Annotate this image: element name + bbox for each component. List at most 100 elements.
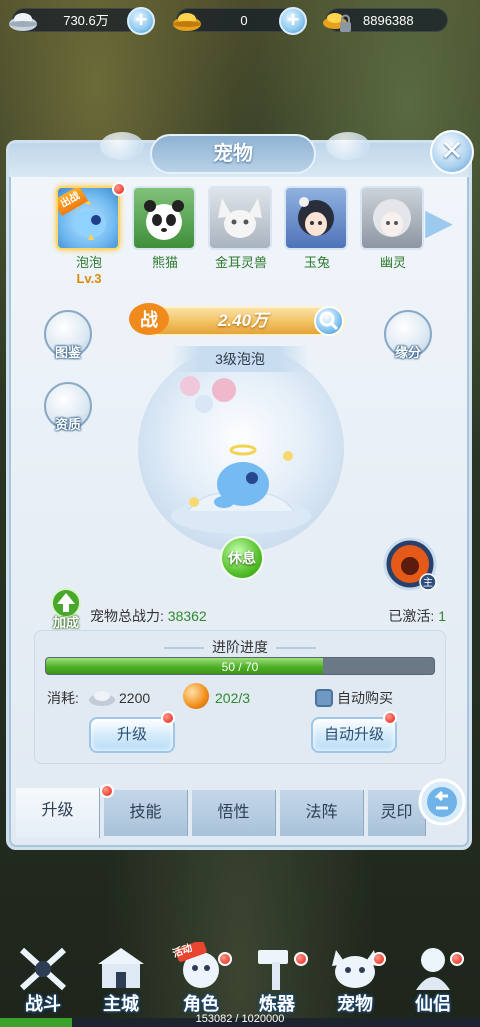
- ghost-girl-icon: [373, 199, 411, 237]
- fate-label: 缘分: [394, 345, 421, 360]
- tab-skills[interactable]: 技能: [104, 790, 188, 836]
- pet-display-orb: [138, 346, 344, 552]
- red-dot-icon: [112, 182, 126, 196]
- tab-insight[interactable]: 悟性: [192, 790, 276, 836]
- silver-amount: 730.6万: [63, 13, 109, 28]
- advance-section: 进阶进度 50 / 70 消耗: 2200 202/3 自动购买 升级 自动升级: [34, 630, 446, 764]
- bubble-decoration: [100, 132, 144, 160]
- experience-bar: 153082 / 1020000: [0, 1013, 480, 1027]
- red-dot-icon: [383, 711, 397, 725]
- total-power-value: 38362: [167, 608, 207, 624]
- fox-beast-icon: [218, 198, 262, 238]
- crossed-swords-icon: [19, 947, 67, 991]
- return-arrow-icon: [418, 778, 466, 826]
- gold-amount: 0: [240, 13, 248, 28]
- progress-text: 50 / 70: [221, 660, 259, 674]
- hammer-icon: [258, 950, 288, 990]
- silver-ingot-icon: [89, 691, 115, 706]
- fate-button[interactable]: 缘分: [382, 310, 434, 372]
- locked-gold-icon: [323, 13, 351, 32]
- locked-gold-amount: 8896388: [363, 13, 414, 28]
- red-dot-icon: [100, 784, 114, 798]
- nav-pet[interactable]: 宠物: [318, 940, 392, 1018]
- city-gate-icon: [98, 948, 144, 988]
- bubble-decoration: [326, 132, 370, 160]
- advance-title: 进阶进度: [35, 637, 445, 657]
- aptitude-button[interactable]: 资质: [42, 382, 94, 444]
- master-badge: 主: [423, 577, 433, 589]
- total-power-label: 宠物总战力:: [90, 608, 164, 624]
- silver-currency: 730.6万 +: [9, 7, 155, 35]
- add-gold-button[interactable]: +: [279, 7, 307, 35]
- pet-slot-golden-ear[interactable]: 金耳灵兽: [208, 186, 274, 271]
- pet-tabs: 升级 技能 悟性 法阵 灵印: [16, 784, 426, 838]
- pet-level: Lv.3: [76, 271, 102, 286]
- locked-gold-currency: 8896388: [323, 8, 448, 32]
- silver-ingot-icon: [9, 13, 37, 31]
- red-dot-icon: [450, 952, 464, 966]
- aptitude-label: 资质: [54, 417, 81, 432]
- pet-portrait: [208, 186, 272, 250]
- power-icon-text: 战: [140, 310, 158, 331]
- tab-formation[interactable]: 法阵: [280, 790, 364, 836]
- silver-cost: 2200: [119, 690, 151, 706]
- boost-label: 加成: [52, 615, 79, 630]
- nav-partner[interactable]: 仙侣: [396, 940, 470, 1018]
- pet-name: 幽灵: [379, 255, 406, 270]
- nav-city[interactable]: 主城: [84, 940, 158, 1018]
- currency-bar: 730.6万 + 0 + 8896388: [0, 4, 480, 36]
- panda-icon: [144, 200, 184, 240]
- back-button[interactable]: [416, 774, 468, 830]
- master-avatar-icon: 主: [383, 537, 437, 591]
- pet-level-name: 3级泡泡: [172, 346, 308, 372]
- pet-slot-paopao[interactable]: 出战 泡泡 Lv.3: [56, 182, 126, 286]
- search-icon: [319, 311, 339, 331]
- pet-slot-ghost[interactable]: 幽灵: [360, 186, 426, 271]
- power-detail-search-button[interactable]: [314, 306, 344, 336]
- tab-upgrade[interactable]: 升级: [16, 788, 100, 838]
- battle-power-icon: 战: [129, 303, 169, 335]
- red-dot-icon: [218, 952, 232, 966]
- fire-orb-icon: [183, 683, 209, 709]
- codex-label: 图鉴: [54, 345, 81, 360]
- boost-button[interactable]: 加成: [46, 588, 86, 630]
- pet-name: 金耳灵兽: [214, 255, 267, 270]
- pet-portrait: 出战: [56, 186, 120, 250]
- pet-name: 熊猫: [151, 255, 178, 270]
- red-dot-icon: [294, 952, 308, 966]
- auto-buy-option[interactable]: 自动购买: [315, 687, 393, 709]
- nav-battle[interactable]: 战斗: [6, 940, 80, 1018]
- pet-portrait: [360, 186, 424, 250]
- pet-cat-icon: [332, 950, 378, 988]
- pet-portrait: [132, 186, 196, 250]
- rabbit-girl-icon: [298, 197, 334, 236]
- pet-slot-panda[interactable]: 熊猫: [132, 186, 198, 271]
- power-value: 2.40万: [217, 311, 269, 330]
- nav-forge[interactable]: 炼器: [240, 940, 314, 1018]
- activated-stat: 已激活: 1: [388, 606, 446, 626]
- panel-title: 宠物: [150, 134, 316, 174]
- master-pet-button[interactable]: 主: [382, 536, 438, 592]
- gold-ingot-icon: [173, 13, 201, 31]
- partner-figure-icon: [416, 948, 450, 990]
- codex-button[interactable]: 图鉴: [42, 310, 94, 372]
- cost-label: 消耗:: [47, 690, 79, 706]
- add-silver-button[interactable]: +: [127, 7, 155, 35]
- gold-currency: 0 +: [173, 7, 307, 35]
- red-dot-icon: [161, 711, 175, 725]
- red-dot-icon: [372, 952, 386, 966]
- activated-label: 已激活:: [388, 608, 435, 624]
- bubble-pet-model: [171, 376, 311, 534]
- rest-button[interactable]: 休息: [220, 536, 264, 580]
- experience-text: 153082 / 1020000: [195, 1013, 285, 1025]
- scroll-right-arrow-icon[interactable]: ▶: [424, 202, 454, 242]
- auto-buy-label: 自动购买: [337, 690, 393, 706]
- pet-selector: 出战 泡泡 Lv.3 熊猫 金耳灵兽 玉兔 幽灵: [52, 182, 472, 286]
- total-power-stat: 宠物总战力: 38362: [90, 606, 207, 626]
- pet-portrait: [284, 186, 348, 250]
- nav-character[interactable]: 活动 角色: [164, 940, 238, 1018]
- activated-value: 1: [438, 608, 446, 624]
- auto-buy-checkbox[interactable]: [315, 689, 333, 707]
- close-button[interactable]: ✕: [430, 130, 474, 174]
- pet-slot-jade-rabbit[interactable]: 玉兔: [284, 186, 350, 271]
